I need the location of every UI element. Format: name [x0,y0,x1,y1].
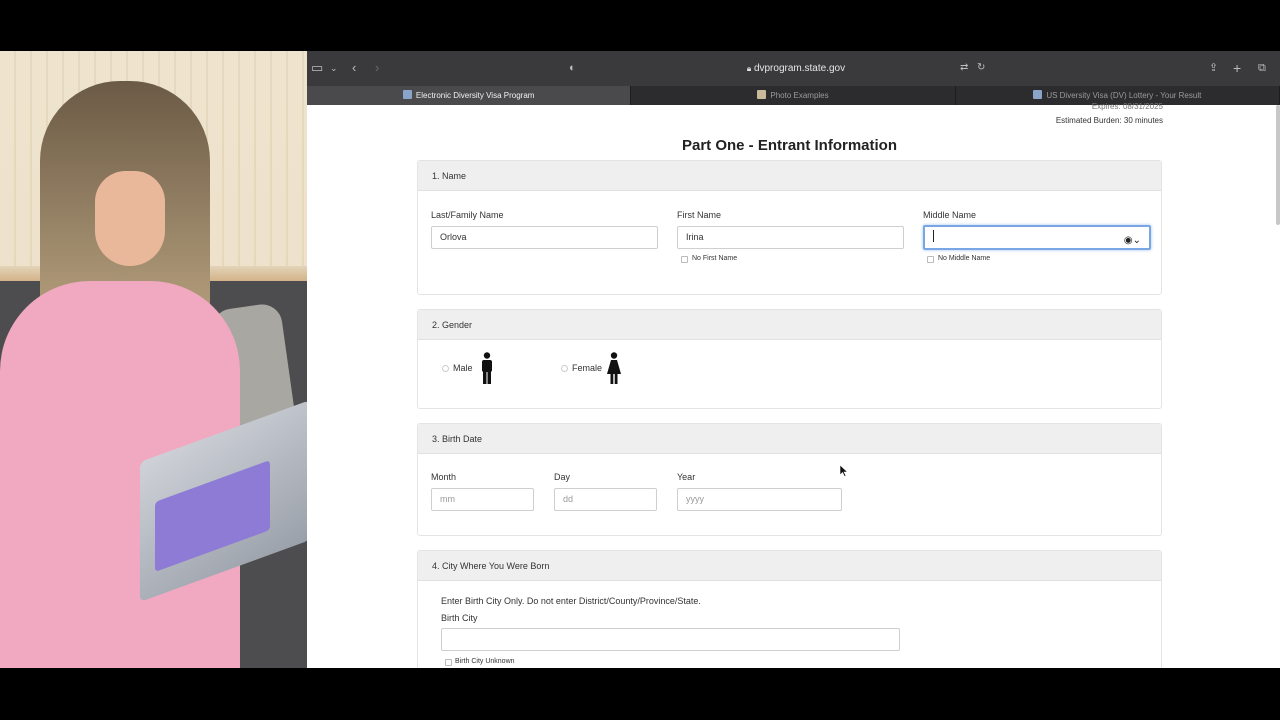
back-icon[interactable]: ‹ [352,60,356,76]
expires-text: Expires: 08/31/2025 [1091,102,1163,111]
panel-heading: 4. City Where You Were Born [418,551,1161,581]
lock-icon: 🔒︎ [746,64,752,73]
month-label: Month [431,472,457,482]
page-icon [402,90,412,99]
burden-text: Estimated Burden: 30 minutes [1055,116,1163,125]
tab-photo-examples[interactable]: Photo Examples [631,86,956,105]
middle-name-label: Middle Name [923,210,977,220]
text-caret [933,230,934,242]
tab-electronic-dv[interactable]: Electronic Diversity Visa Program [307,86,632,105]
no-first-name-label: No First Name [692,255,738,262]
female-radio[interactable] [561,365,568,372]
tab-overview-icon[interactable]: ⧉ [1258,60,1266,76]
no-middle-name-label: No Middle Name [938,255,991,262]
year-input[interactable]: yyyy [677,488,842,511]
day-label: Day [554,472,571,482]
presenter-face [95,171,165,266]
browser-toolbar: ▭ ⌄ ‹ › ◐ 🔒︎ dvprogram.state.gov ⇄ ↻ ⇪ +… [307,51,1280,86]
birth-city-input[interactable] [441,628,900,651]
page-title: Part One - Entrant Information [681,137,897,154]
browser-window: ▭ ⌄ ‹ › ◐ 🔒︎ dvprogram.state.gov ⇄ ↻ ⇪ +… [307,51,1280,668]
scrollbar[interactable] [1276,105,1280,225]
birth-city-unknown-checkbox[interactable] [445,659,452,666]
forward-icon[interactable]: › [375,60,379,76]
first-name-input[interactable]: Irina [677,226,904,249]
birth-city-panel: 4. City Where You Were Born Enter Birth … [417,550,1162,668]
male-radio[interactable] [442,365,449,372]
male-label: Male [453,363,473,373]
middle-name-input[interactable]: ◉⌄ [923,225,1151,250]
panel-heading: 1. Name [418,161,1161,191]
panel-heading: 2. Gender [418,310,1161,340]
birth-city-unknown-label: Birth City Unknown [455,658,515,665]
no-first-name-checkbox[interactable] [681,256,688,263]
birth-date-panel: 3. Birth Date Month mm Day dd Year yyyy [417,423,1162,536]
no-middle-name-checkbox[interactable] [927,256,934,263]
gender-panel: 2. Gender Male Female [417,309,1162,409]
year-label: Year [677,472,696,482]
female-label: Female [572,363,603,373]
letterbox-top [0,0,1280,51]
day-input[interactable]: dd [554,488,657,511]
address-bar[interactable]: 🔒︎ dvprogram.state.gov [591,58,1001,79]
last-name-label: Last/Family Name [431,210,504,220]
chevron-down-icon[interactable]: ⌄ [330,60,338,76]
sidebar-icon[interactable]: ▭ [311,60,323,76]
new-tab-icon[interactable]: + [1233,60,1241,76]
reload-icon[interactable]: ↻ [977,60,985,76]
female-figure-icon [607,352,621,384]
web-page: Expires: 08/31/2025 Estimated Burden: 30… [307,102,1280,668]
autofill-icon[interactable]: ◉⌄ [1124,230,1141,251]
url-text: dvprogram.state.gov [753,63,846,74]
panel-heading: 3. Birth Date [418,424,1161,454]
male-figure-icon [482,352,492,384]
page-icon [1033,90,1043,99]
mouse-cursor-icon [840,465,849,477]
letterbox-bottom [0,668,1280,720]
shield-icon[interactable]: ◐ [569,60,576,76]
webcam-overlay [0,51,307,668]
month-input[interactable]: mm [431,488,534,511]
birth-city-label: Birth City [441,613,478,623]
share-icon[interactable]: ⇪ [1209,60,1218,76]
last-name-input[interactable]: Orlova [431,226,658,249]
page-icon [757,90,767,99]
first-name-label: First Name [677,210,722,220]
name-panel: 1. Name Last/Family Name Orlova First Na… [417,160,1162,295]
birth-city-instruction: Enter Birth City Only. Do not enter Dist… [441,596,701,606]
translate-icon[interactable]: ⇄ [960,60,968,76]
